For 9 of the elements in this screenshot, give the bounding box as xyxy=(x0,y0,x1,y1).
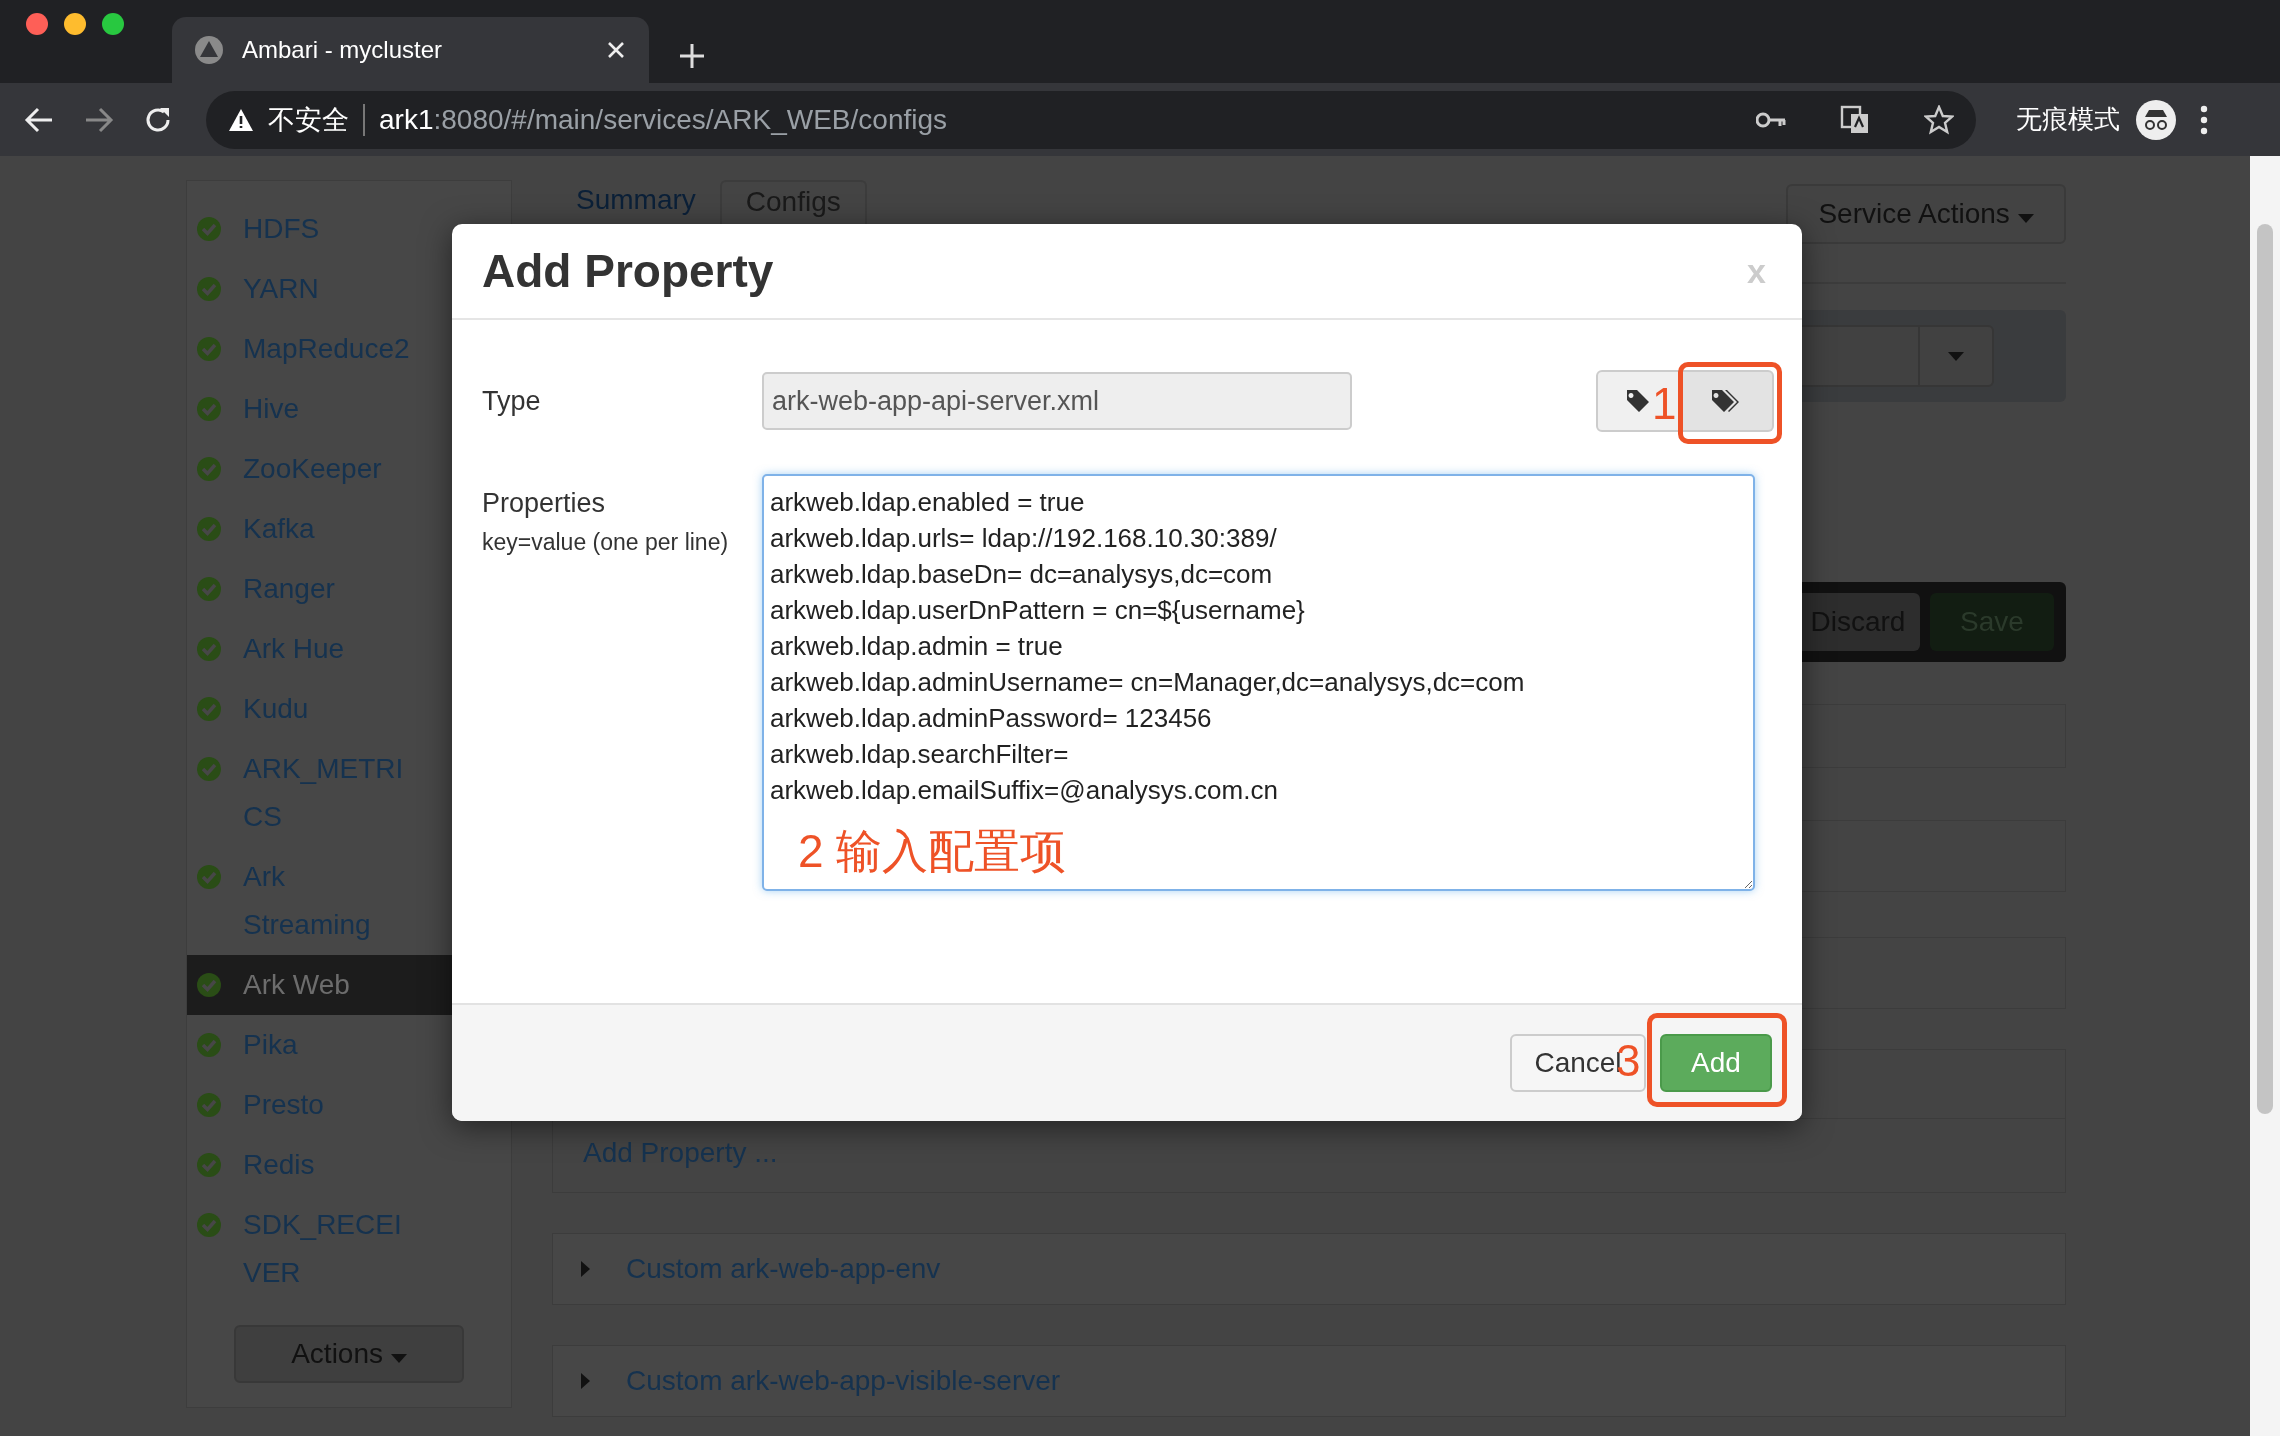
type-label: Type xyxy=(482,385,542,417)
tab-title: Ambari - mycluster xyxy=(242,36,444,64)
annotation-number: 3 xyxy=(1616,1039,1641,1083)
annotation-number: 1 xyxy=(1652,382,1677,426)
url-text: ark1:8080/#/main/services/ARK_WEB/configs xyxy=(379,103,949,136)
properties-hint: key=value (one per line) xyxy=(482,529,730,556)
annotation-note: 2 输入配置项 xyxy=(798,828,1067,874)
properties-label: Properties xyxy=(482,488,607,519)
security-label: 不安全 xyxy=(268,103,349,137)
